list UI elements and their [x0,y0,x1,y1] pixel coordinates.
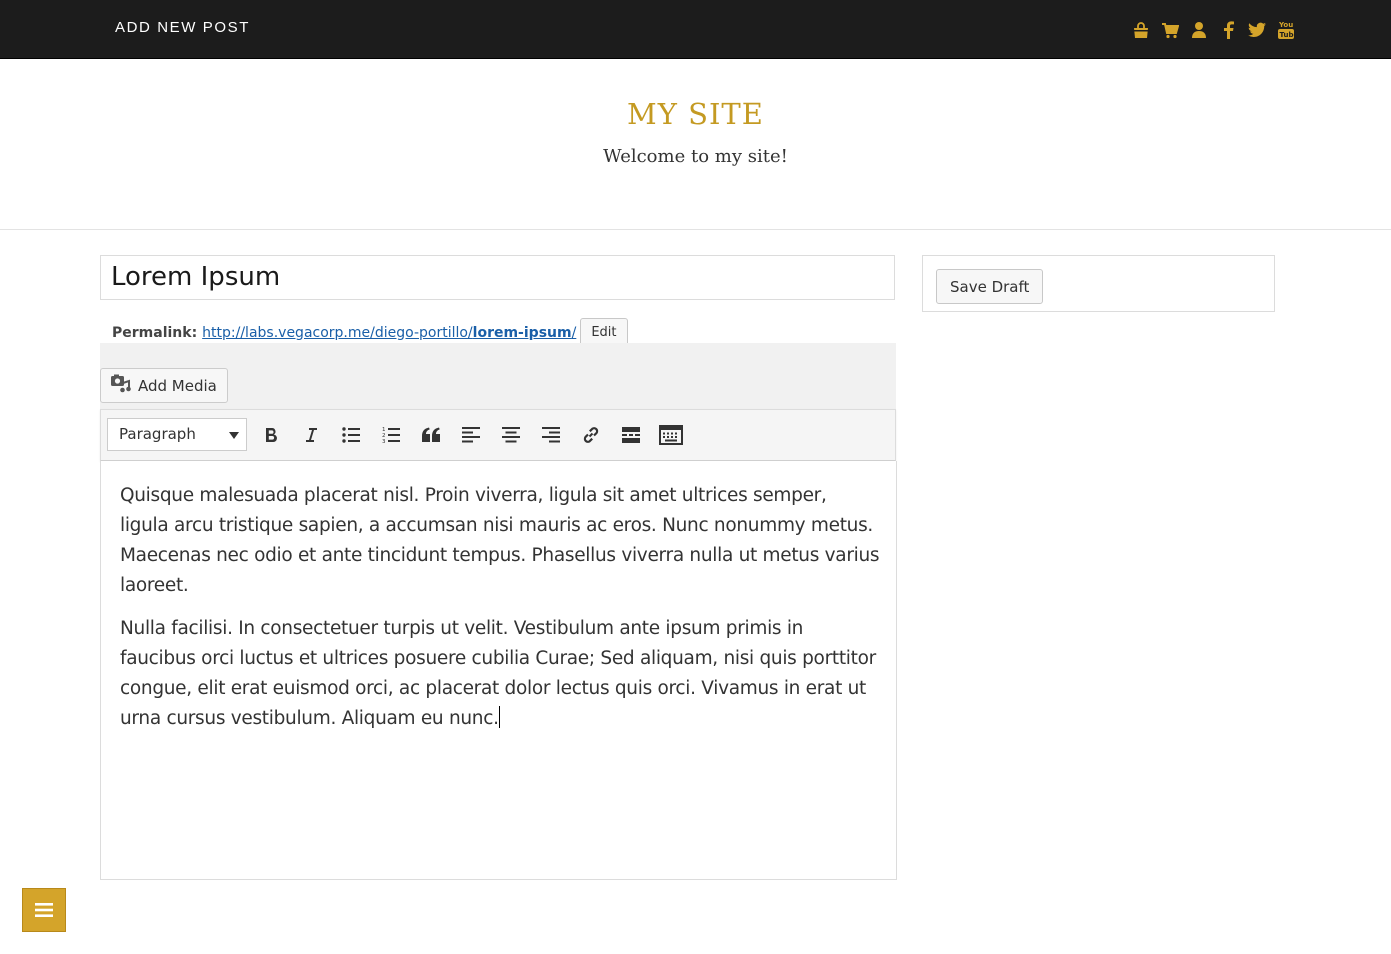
facebook-icon[interactable] [1217,19,1239,41]
add-media-label: Add Media [138,376,217,395]
bold-icon[interactable] [257,421,285,449]
editor-toolbar: Paragraph 123 [100,409,896,461]
permalink-trailing: / [571,324,577,341]
svg-text:You: You [1278,21,1293,29]
top-bar: ADD NEW POST You Tube [0,0,1391,59]
twitter-icon[interactable] [1246,19,1268,41]
read-more-icon[interactable] [617,421,645,449]
publish-box: Save Draft [922,255,1275,312]
hamburger-menu-icon [35,903,53,917]
align-center-icon[interactable] [497,421,525,449]
media-bar: Add Media [100,343,896,409]
site-title[interactable]: MY SITE [0,97,1391,131]
permalink-link[interactable]: http://labs.vegacorp.me/diego-portillo/l… [202,325,576,341]
site-tagline: Welcome to my site! [603,146,788,167]
save-draft-button[interactable]: Save Draft [936,269,1044,304]
permalink-slug: lorem-ipsum [472,324,572,341]
editor-paragraph[interactable]: Nulla facilisi. In consectetuer turpis u… [120,614,880,734]
svg-text:3: 3 [382,439,386,444]
editor-content-area[interactable]: Quisque malesuada placerat nisl. Proin v… [100,461,897,880]
add-media-button[interactable]: Add Media [100,368,228,403]
cart-icon[interactable] [1159,19,1181,41]
align-left-icon[interactable] [457,421,485,449]
site-header: MY SITE Welcome to my site! [0,59,1391,230]
format-select-value: Paragraph [119,425,196,443]
italic-icon[interactable] [297,421,325,449]
toolbar-toggle-icon[interactable] [657,421,685,449]
editor-paragraph[interactable]: Quisque malesuada placerat nisl. Proin v… [120,481,880,601]
format-select[interactable]: Paragraph [107,418,247,451]
svg-text:Tube: Tube [1280,31,1295,39]
shopping-bag-icon[interactable] [1130,19,1152,41]
align-right-icon[interactable] [537,421,565,449]
link-icon[interactable] [577,421,605,449]
bullet-list-icon[interactable] [337,421,365,449]
add-media-icon [110,374,138,398]
post-title-input[interactable] [100,255,895,300]
menu-button[interactable] [22,888,66,932]
social-icons: You Tube [1130,19,1304,41]
youtube-icon[interactable]: You Tube [1275,19,1297,41]
permalink-base: http://labs.vegacorp.me/diego-portillo/ [202,324,473,341]
chevron-down-icon [229,432,239,439]
user-icon[interactable] [1188,19,1210,41]
numbered-list-icon[interactable]: 123 [377,421,405,449]
blockquote-icon[interactable] [417,421,445,449]
page-title: ADD NEW POST [115,19,251,36]
permalink-label: Permalink: [112,324,198,341]
text-cursor [498,706,500,728]
